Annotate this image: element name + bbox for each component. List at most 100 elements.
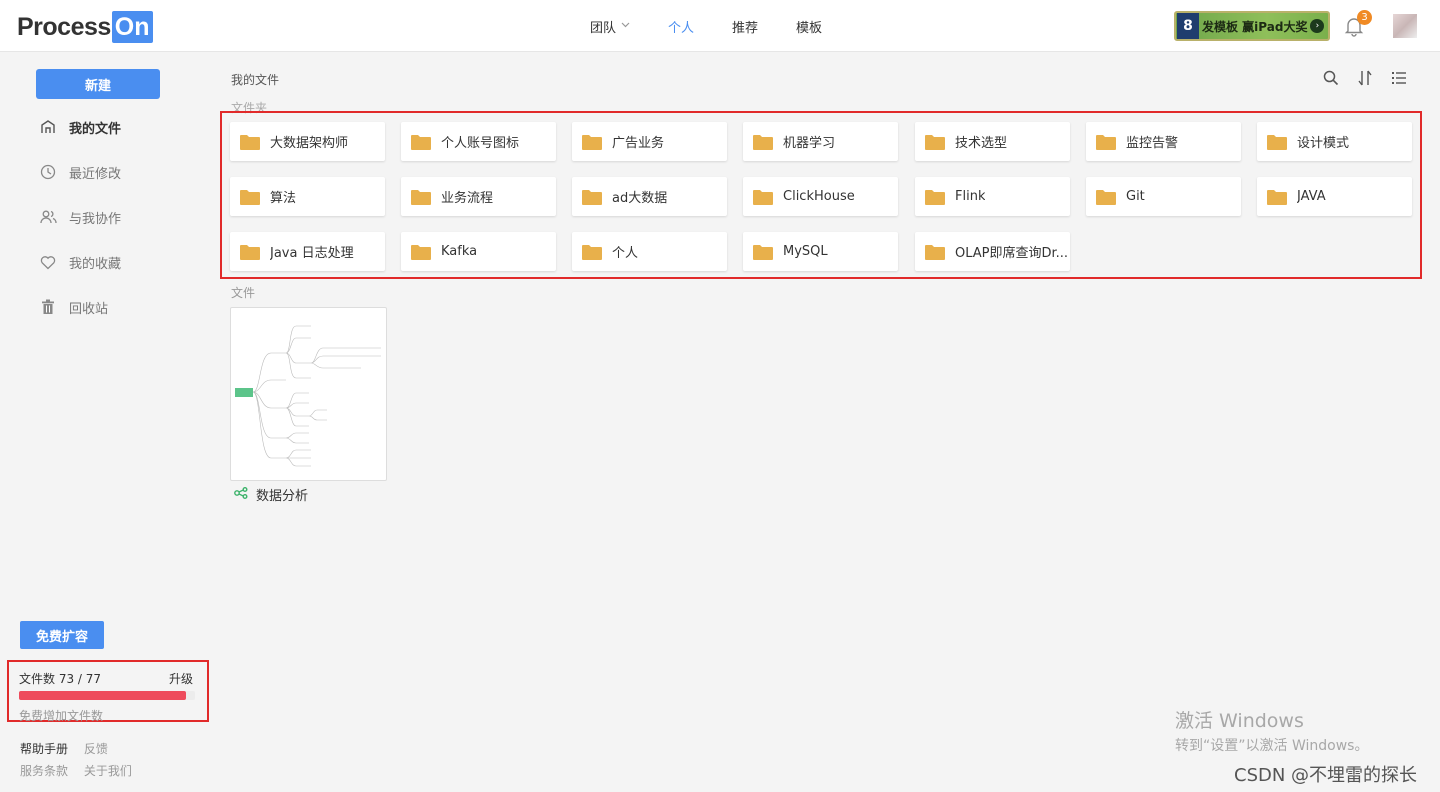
folder-item[interactable]: 大数据架构师	[230, 122, 385, 161]
folder-icon	[1096, 189, 1116, 205]
file-quota-panel: 文件数 73 / 77 升级 免费增加文件数	[7, 660, 209, 724]
nav-team[interactable]: 团队	[590, 17, 630, 36]
activation-subtitle: 转到“设置”以激活 Windows。	[1175, 738, 1369, 754]
folder-item[interactable]: MySQL	[743, 232, 898, 271]
add-files-link[interactable]: 免费增加文件数	[19, 707, 103, 724]
folder-name: 个人账号图标	[441, 136, 520, 151]
sidebar-item-label: 最近修改	[69, 166, 122, 182]
windows-activation-watermark: 激活 Windows 转到“设置”以激活 Windows。	[1175, 706, 1368, 755]
activation-title: 激活 Windows	[1175, 710, 1304, 732]
promo-banner[interactable]: 8 发模板 赢iPad大奖 ›	[1174, 11, 1330, 41]
folder-icon	[411, 134, 431, 150]
folder-item[interactable]: ad大数据	[572, 177, 727, 216]
nav-templates[interactable]: 模板	[796, 17, 822, 36]
folder-item[interactable]: 监控告警	[1086, 122, 1241, 161]
folder-item[interactable]: 业务流程	[401, 177, 556, 216]
folder-item[interactable]: 广告业务	[572, 122, 727, 161]
folder-name: MySQL	[783, 244, 828, 259]
terms-link[interactable]: 服务条款	[20, 764, 68, 778]
folder-item[interactable]: ClickHouse	[743, 177, 898, 216]
top-bar: Process On 团队 个人 推荐 模板 8 发模板 赢iPad大奖 › 3	[0, 0, 1440, 52]
avatar[interactable]	[1393, 14, 1417, 38]
trash-icon	[39, 298, 57, 316]
logo-badge: On	[111, 11, 153, 43]
folder-name: JAVA	[1297, 189, 1326, 204]
footer-links-row-2: 服务条款 关于我们	[20, 762, 144, 779]
folder-icon	[925, 244, 945, 260]
folder-icon	[925, 134, 945, 150]
folder-name: 业务流程	[441, 191, 494, 206]
sidebar-item-label: 与我协作	[69, 211, 122, 227]
sidebar-item-label: 我的文件	[69, 121, 122, 137]
sort-icon[interactable]	[1354, 67, 1376, 89]
folder-item[interactable]: Java 日志处理	[230, 232, 385, 271]
folder-item[interactable]: Flink	[915, 177, 1070, 216]
folder-name: 算法	[270, 191, 297, 206]
folder-icon	[925, 189, 945, 205]
folder-item[interactable]: OLAP即席查询Dr...	[915, 232, 1070, 271]
search-icon[interactable]	[1320, 67, 1342, 89]
folder-name: 设计模式	[1297, 136, 1350, 151]
nav-personal[interactable]: 个人	[668, 17, 694, 36]
nav-team-label: 团队	[590, 20, 617, 36]
folder-item[interactable]: 算法	[230, 177, 385, 216]
home-icon	[39, 118, 57, 136]
chevron-down-icon	[621, 21, 630, 31]
folder-name: OLAP即席查询Dr...	[955, 246, 1069, 261]
list-view-icon[interactable]	[1388, 67, 1410, 89]
folder-name: 广告业务	[612, 136, 665, 151]
folder-name: 技术选型	[955, 136, 1008, 151]
mindmap-preview	[235, 325, 381, 467]
folder-item[interactable]: 机器学习	[743, 122, 898, 161]
folder-name: Kafka	[441, 244, 478, 259]
folder-icon	[582, 244, 602, 260]
folder-item[interactable]: Git	[1086, 177, 1241, 216]
about-link[interactable]: 关于我们	[84, 764, 132, 778]
sidebar-item-favorites[interactable]: 我的收藏	[39, 250, 121, 274]
folder-item[interactable]: Kafka	[401, 232, 556, 271]
breadcrumb: 我的文件	[231, 73, 280, 87]
folder-icon	[582, 134, 602, 150]
notification-badge: 3	[1357, 10, 1372, 25]
clock-icon	[39, 163, 57, 181]
help-link[interactable]: 帮助手册	[20, 742, 68, 756]
sidebar-item-label: 我的收藏	[69, 256, 122, 272]
main-toolbar	[1320, 67, 1422, 89]
folder-name: Git	[1126, 189, 1145, 204]
folder-item[interactable]: 个人账号图标	[401, 122, 556, 161]
folder-item[interactable]: 个人	[572, 232, 727, 271]
processon-logo[interactable]: Process On	[17, 11, 153, 43]
free-expand-button[interactable]: 免费扩容	[20, 621, 104, 649]
sidebar-item-shared[interactable]: 与我协作	[39, 205, 121, 229]
folder-name: 个人	[612, 246, 639, 261]
file-item[interactable]: 数据分析	[234, 485, 308, 504]
footer-links-row-1: 帮助手册 反馈	[20, 740, 120, 757]
folder-icon	[411, 189, 431, 205]
sidebar-item-trash[interactable]: 回收站	[39, 295, 108, 319]
folder-name: Flink	[955, 189, 986, 204]
folder-icon	[240, 189, 260, 205]
upgrade-link[interactable]: 升级	[169, 670, 193, 687]
new-button[interactable]: 新建	[36, 69, 160, 99]
folder-name: 监控告警	[1126, 136, 1179, 151]
folder-item[interactable]: 设计模式	[1257, 122, 1412, 161]
files-heading: 文件	[231, 286, 256, 300]
folder-item[interactable]: 技术选型	[915, 122, 1070, 161]
sidebar-item-my-files[interactable]: 我的文件	[39, 115, 121, 139]
folder-icon	[582, 189, 602, 205]
quota-label: 文件数 73 / 77	[19, 672, 102, 686]
promo-image: 8	[1177, 13, 1199, 39]
folder-name: ClickHouse	[783, 189, 855, 204]
heart-icon	[39, 253, 57, 271]
folder-icon	[1267, 189, 1287, 205]
folder-icon	[753, 189, 773, 205]
quota-progress-bar	[19, 691, 195, 700]
folder-name: ad大数据	[612, 191, 668, 206]
people-icon	[39, 208, 57, 226]
file-thumbnail[interactable]	[230, 307, 387, 481]
sidebar-item-recent[interactable]: 最近修改	[39, 160, 121, 184]
feedback-link[interactable]: 反馈	[84, 742, 108, 756]
folder-name: 机器学习	[783, 136, 836, 151]
nav-recommend[interactable]: 推荐	[732, 17, 758, 36]
folder-item[interactable]: JAVA	[1257, 177, 1412, 216]
